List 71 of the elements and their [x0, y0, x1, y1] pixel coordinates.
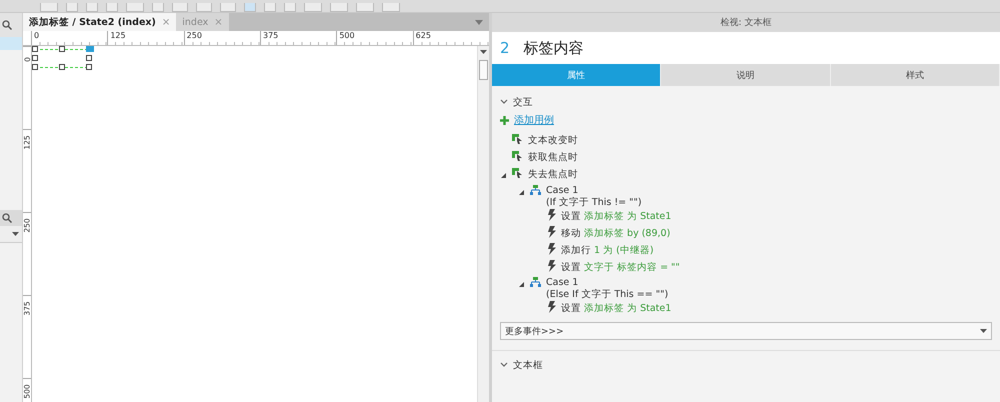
section-heading: 交互	[513, 96, 533, 108]
toolbar-button[interactable]	[264, 3, 276, 12]
more-events-dropdown[interactable]: 更多事件>>>	[500, 322, 992, 340]
scrollbar[interactable]	[477, 46, 489, 402]
cursor-flag-icon	[512, 168, 523, 178]
toolbar-button[interactable]	[284, 3, 296, 12]
ruler-label: 375	[260, 31, 336, 45]
lightning-icon	[547, 301, 556, 313]
ruler-label: 625	[412, 31, 489, 45]
case-label[interactable]: Case 1	[546, 185, 642, 196]
scroll-thumb[interactable]	[479, 60, 488, 80]
dropdown[interactable]	[0, 226, 22, 242]
case-condition: (Else If 文字于 This == "")	[546, 288, 668, 301]
toolbar-button[interactable]	[152, 3, 164, 12]
lightning-icon	[547, 243, 556, 255]
expanded-triangle-icon[interactable]	[518, 281, 525, 288]
caret-icon[interactable]	[475, 20, 483, 25]
toolbar-button[interactable]	[40, 3, 58, 12]
action-label[interactable]: 添加行 1 为 (中继器)	[561, 244, 654, 257]
lightning-icon	[547, 209, 556, 221]
toolbar-button[interactable]	[172, 3, 188, 12]
chevron-icon[interactable]	[500, 362, 508, 368]
case-label[interactable]: Case 1	[546, 277, 668, 288]
toolbar-button[interactable]	[356, 3, 374, 12]
ruler-label: 125	[107, 31, 184, 45]
selected-widget[interactable]	[32, 46, 94, 70]
search-icon[interactable]	[2, 20, 12, 30]
action-label[interactable]: 设置 文字于 标签内容 = ""	[561, 261, 680, 274]
editor-tab[interactable]: 添加标签 / State2 (index) ×	[23, 13, 176, 31]
toolbar-button[interactable]	[106, 3, 118, 12]
toolbar-button[interactable]	[304, 3, 322, 12]
case-condition: (If 文字于 This != "")	[546, 196, 642, 209]
ruler-label: 0	[31, 31, 108, 45]
event-label[interactable]: 文本改变时	[528, 134, 578, 147]
panel-title: 检视: 文本框	[720, 16, 772, 29]
event-label[interactable]: 失去焦点时	[528, 168, 578, 181]
lightning-icon	[547, 260, 556, 272]
inspector-tab[interactable]: 样式	[830, 64, 1000, 86]
toolbar-button[interactable]	[244, 3, 256, 12]
selected-row[interactable]	[0, 37, 22, 50]
toolbar-button[interactable]	[66, 3, 78, 12]
action-label[interactable]: 设置 添加标签 为 State1	[561, 210, 672, 223]
toolbar-button[interactable]	[196, 3, 212, 12]
caret-icon	[980, 329, 987, 333]
cursor-flag-icon	[512, 151, 523, 161]
section-heading: 文本框	[513, 358, 543, 372]
widget-name: 标签内容	[524, 38, 584, 58]
branch-icon	[530, 185, 541, 195]
branch-icon	[530, 277, 541, 287]
caret-icon	[480, 50, 487, 54]
search-icon[interactable]	[2, 212, 12, 222]
widget-number: 2	[500, 39, 510, 57]
action-label[interactable]: 设置 添加标签 为 State1	[561, 302, 672, 315]
action-label[interactable]: 移动 添加标签 by (89,0)	[561, 227, 670, 240]
caret-icon	[12, 232, 19, 236]
event-label[interactable]: 获取焦点时	[528, 151, 578, 164]
plus-icon	[500, 116, 509, 124]
panel-splitter[interactable]	[489, 13, 492, 402]
chevron-icon[interactable]	[500, 99, 508, 105]
expanded-triangle-icon[interactable]	[500, 172, 507, 179]
toolbar-button[interactable]	[330, 3, 348, 12]
ruler-label: 250	[184, 31, 260, 45]
lightning-icon	[547, 226, 556, 238]
ruler-label: 500	[336, 31, 413, 45]
expanded-triangle-icon[interactable]	[518, 189, 525, 196]
cursor-flag-icon	[512, 134, 523, 144]
toolbar-button[interactable]	[126, 3, 144, 12]
toolbar-button[interactable]	[382, 3, 400, 12]
toolbar-button[interactable]	[86, 3, 98, 12]
toolbar-button[interactable]	[220, 3, 236, 12]
inspector-tab[interactable]: 说明	[661, 64, 831, 86]
